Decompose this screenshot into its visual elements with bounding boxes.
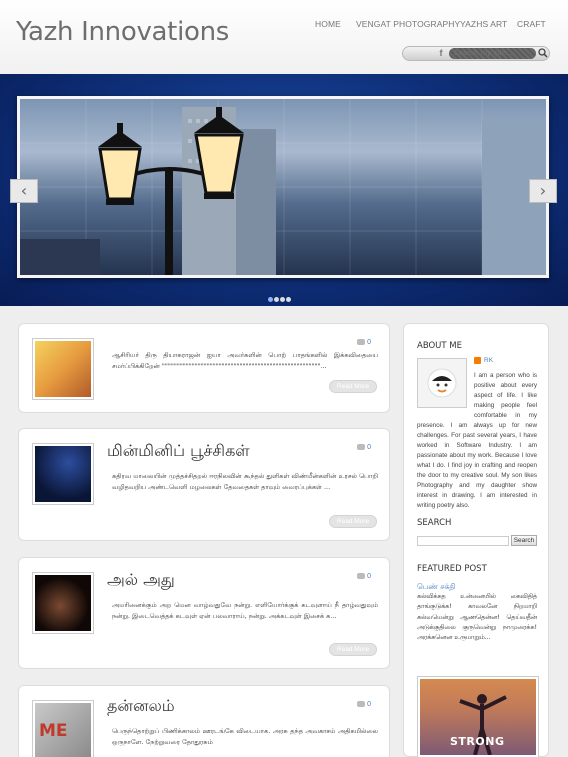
nav-item-yazhs-art[interactable]: YAZHS ART <box>460 19 507 29</box>
comment-icon <box>357 573 366 580</box>
author-name[interactable]: RK <box>474 357 493 364</box>
featured-post-link[interactable]: பெண் சக்தி <box>417 582 455 592</box>
comment-icon <box>357 444 366 451</box>
slider-prev-button[interactable]: ‹ <box>10 179 38 203</box>
read-more-button[interactable]: Read More <box>329 643 377 656</box>
post-thumbnail[interactable] <box>32 572 94 634</box>
comment-count[interactable]: 0 <box>357 339 371 346</box>
nav-item-vengat-photography[interactable]: VENGAT PHOTOGRAPHY <box>356 19 460 29</box>
featured-image-caption: STRONG <box>450 735 505 748</box>
facebook-icon[interactable]: f <box>436 48 446 59</box>
post-excerpt: பெருந்தொற்றுப் பிணிக்காலம் ஊரடங்கே விடைய… <box>112 727 378 746</box>
slider-dot[interactable] <box>268 297 273 302</box>
sidebar-search-button[interactable]: Search <box>511 535 537 546</box>
comment-icon <box>357 339 366 346</box>
header-search-input[interactable] <box>449 48 536 59</box>
post-excerpt: அமரினைக்கும் அற மென வாழ்வதுவே நன்று. எளி… <box>112 601 378 620</box>
main-nav: HOME VENGAT PHOTOGRAPHY YAZHS ART CRAFT <box>0 19 568 33</box>
comment-count[interactable]: 0 <box>357 701 371 708</box>
thumbnail-me-graphic: ME <box>39 721 68 741</box>
post-card: 0 ஆசிரியர் திரு தியாகராஜன் ஐயா அவர்களின்… <box>18 323 390 413</box>
comment-count[interactable]: 0 <box>357 573 371 580</box>
featured-post-title: FEATURED POST <box>417 564 487 574</box>
search-icon[interactable] <box>537 47 549 59</box>
slider-pagination <box>268 287 298 302</box>
slider-frame <box>17 96 549 278</box>
blogger-icon <box>474 357 481 364</box>
post-thumbnail[interactable] <box>32 443 94 505</box>
featured-post-excerpt: கல்விக்கத உன்னையில் கைவிதித் தாங்குடுக்க… <box>417 593 537 642</box>
comment-count-value: 0 <box>367 573 371 580</box>
slide-image-street-lamp[interactable] <box>20 99 546 275</box>
comment-icon <box>357 701 366 708</box>
post-thumbnail[interactable]: ME <box>32 700 94 757</box>
about-me-text: I am a person who is positive about ever… <box>417 371 537 511</box>
post-card: மின்மினிப் பூச்சிகள் 0 கதிரவ மாலையின் மு… <box>18 428 390 541</box>
text-wrap-spacer <box>417 371 474 417</box>
slider-dot[interactable] <box>286 297 291 302</box>
read-more-button[interactable]: Read More <box>329 515 377 528</box>
slider-dot[interactable] <box>274 297 279 302</box>
search-widget-title: SEARCH <box>417 518 452 528</box>
read-more-button[interactable]: Read More <box>329 380 377 393</box>
nav-item-craft[interactable]: CRAFT <box>517 19 546 29</box>
comment-count-value: 0 <box>367 444 371 451</box>
sidebar: ABOUT ME RK I am a person who is positiv… <box>403 323 549 757</box>
slide-photo <box>20 99 546 275</box>
site-header: Yazh Innovations HOME VENGAT PHOTOGRAPHY… <box>0 0 568 74</box>
comment-count-value: 0 <box>367 339 371 346</box>
sidebar-search-input[interactable] <box>417 536 509 546</box>
post-title[interactable]: தன்னலம் <box>107 696 175 717</box>
about-me-title: ABOUT ME <box>417 341 463 351</box>
post-card: அல் அது 0 அமரினைக்கும் அற மென வாழ்வதுவே … <box>18 557 390 669</box>
comment-count-value: 0 <box>367 701 371 708</box>
post-excerpt: கதிரவ மாலையின் முத்தச்சிதறல் ஈரநிலவின் க… <box>112 472 378 491</box>
header-search-bar: f <box>402 46 550 61</box>
slider-dot[interactable] <box>280 297 285 302</box>
post-thumbnail[interactable] <box>32 338 94 400</box>
post-title[interactable]: மின்மினிப் பூச்சிகள் <box>107 441 250 462</box>
author-name-text: RK <box>484 357 494 365</box>
post-title[interactable]: அல் அது <box>107 570 175 591</box>
comment-count[interactable]: 0 <box>357 444 371 451</box>
post-card: ME தன்னலம் 0 பெருந்தொற்றுப் பிணிக்காலம் … <box>18 685 390 757</box>
featured-post-image[interactable]: STRONG <box>417 676 539 757</box>
slider-next-button[interactable]: › <box>529 179 557 203</box>
post-excerpt: ஆசிரியர் திரு தியாகராஜன் ஐயா அவர்களின் ப… <box>112 351 378 370</box>
nav-item-home[interactable]: HOME <box>315 19 341 29</box>
